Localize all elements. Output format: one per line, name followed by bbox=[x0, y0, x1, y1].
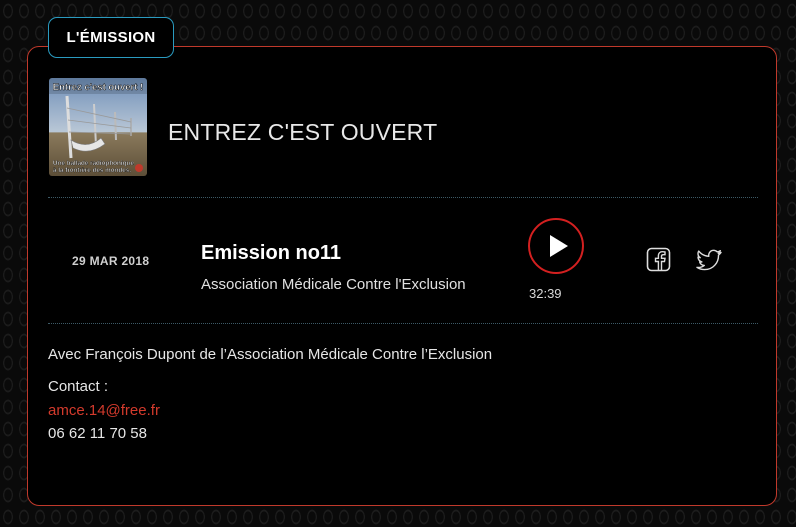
facebook-icon bbox=[646, 247, 671, 272]
show-title[interactable]: ENTREZ C'EST OUVERT bbox=[168, 119, 437, 146]
episode-date: 29 MAR 2018 bbox=[72, 254, 150, 268]
section-tab-label: L'ÉMISSION bbox=[66, 29, 156, 46]
episode-subtitle: Association Médicale Contre l'Exclusion bbox=[201, 276, 466, 293]
cover-artwork: Entrez c'est ouvert ! Une ballade radiop… bbox=[49, 78, 147, 176]
cover-bottom-text-1: Une ballade radiophonique bbox=[53, 160, 134, 167]
divider-bottom bbox=[48, 323, 758, 324]
play-button[interactable] bbox=[528, 218, 584, 274]
twitter-icon bbox=[696, 249, 722, 271]
contact-label: Contact : bbox=[48, 378, 109, 395]
contact-phone: 06 62 11 70 58 bbox=[48, 425, 147, 442]
show-cover-image[interactable]: Entrez c'est ouvert ! Une ballade radiop… bbox=[49, 78, 147, 176]
contact-email-link[interactable]: amce.14@free.fr bbox=[48, 402, 160, 419]
divider-top bbox=[48, 197, 758, 198]
cover-bottom-text-2: à la frontière des mondes. bbox=[53, 167, 131, 174]
play-icon bbox=[550, 235, 568, 257]
episode-duration: 32:39 bbox=[529, 286, 562, 301]
episode-description: Avec François Dupont de l’Association Mé… bbox=[48, 346, 493, 363]
twitter-share-button[interactable] bbox=[696, 248, 723, 272]
facebook-share-button[interactable] bbox=[646, 247, 672, 273]
section-tab: L'ÉMISSION bbox=[48, 17, 174, 58]
cover-top-text: Entrez c'est ouvert ! bbox=[53, 82, 143, 93]
episode-title[interactable]: Emission no11 bbox=[201, 242, 341, 265]
